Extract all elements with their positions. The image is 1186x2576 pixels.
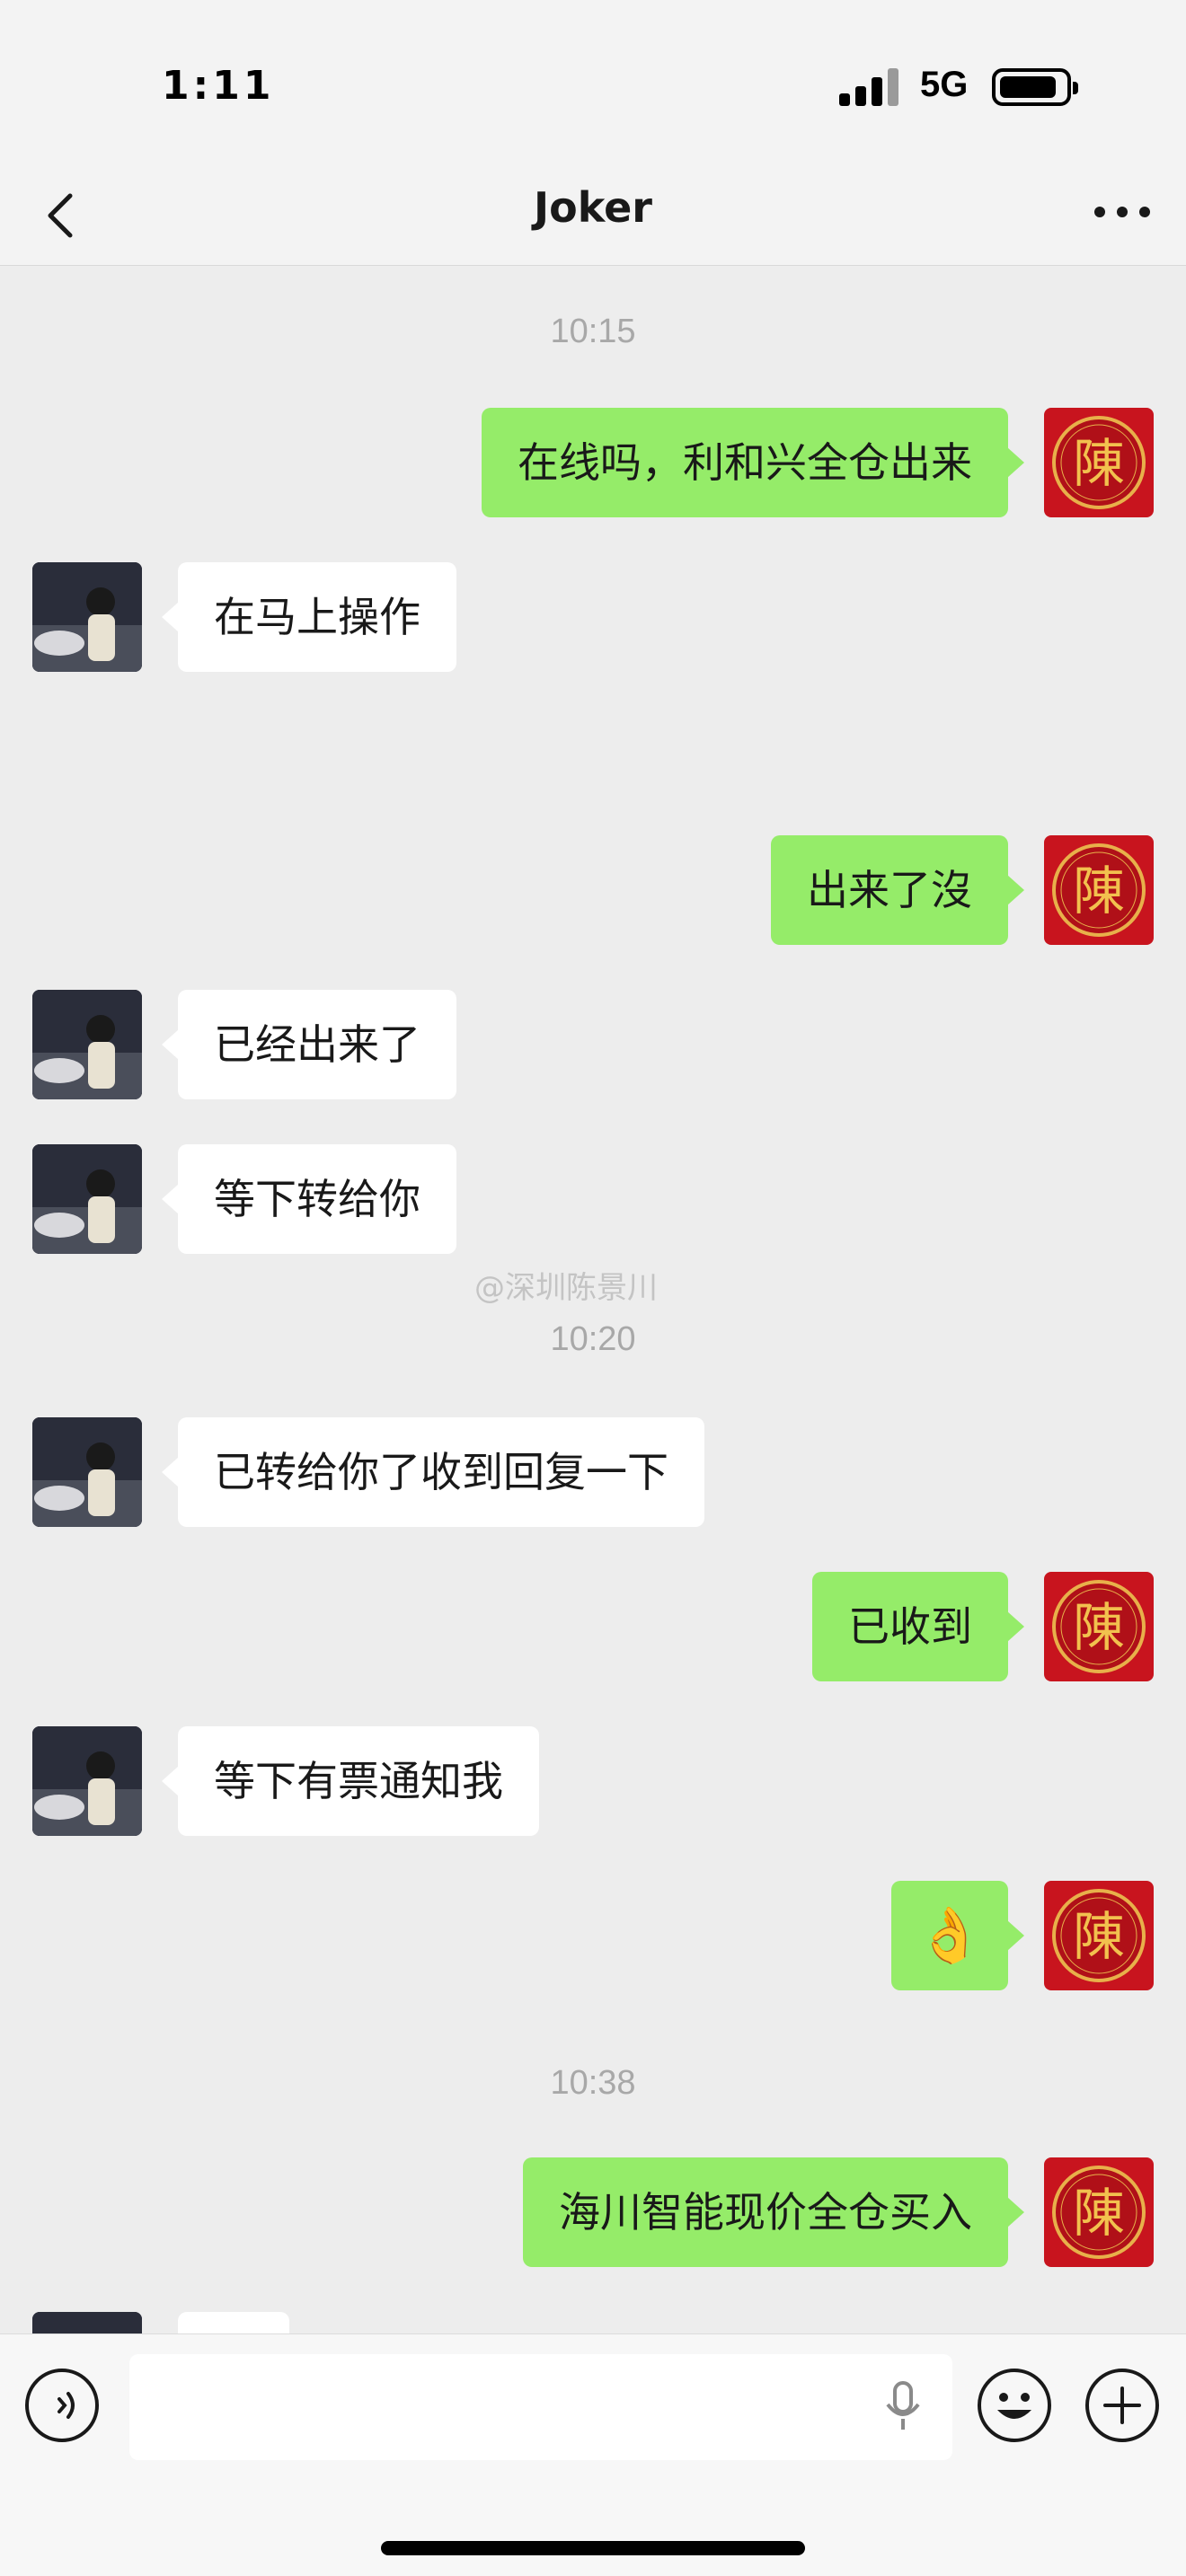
input-bar — [0, 2333, 1186, 2576]
signal-icon — [839, 68, 900, 106]
sent-message-bubble[interactable]: 已收到 — [812, 1572, 1024, 1681]
message-timestamp: 10:20 — [550, 1320, 636, 1358]
more-icon[interactable] — [1091, 194, 1154, 230]
chat-title: Joker — [534, 183, 652, 232]
sent-message-bubble[interactable]: 在线吗，利和兴全仓出来 — [482, 408, 1024, 517]
status-time: 1:11 — [162, 63, 275, 109]
status-bar: 1:11 5G — [0, 0, 1186, 171]
network-label: 5G — [920, 65, 969, 104]
self-avatar[interactable]: 陳 — [1044, 2157, 1154, 2267]
contact-avatar[interactable] — [32, 990, 142, 1099]
svg-text:陳: 陳 — [1073, 860, 1125, 922]
contact-avatar[interactable] — [32, 1417, 142, 1527]
svg-text:陳: 陳 — [1073, 1597, 1125, 1658]
received-message-bubble[interactable]: 等下有票通知我 — [162, 1726, 539, 1836]
received-message-bubble[interactable]: 已经出来了 — [162, 990, 456, 1099]
self-avatar[interactable]: 陳 — [1044, 1572, 1154, 1681]
battery-icon — [992, 68, 1078, 106]
message-list[interactable]: 10:15 在线吗，利和兴全仓出来 陳 在马上操作 出来了沒 陳 已经出来了 等… — [0, 266, 1186, 2333]
watermark: @深圳陈景川 — [474, 1270, 658, 1306]
plus-icon[interactable] — [1085, 2369, 1159, 2442]
emoji-icon[interactable] — [978, 2369, 1051, 2442]
svg-text:陳: 陳 — [1073, 1906, 1125, 1967]
contact-avatar[interactable] — [32, 562, 142, 672]
mic-icon[interactable] — [881, 2379, 925, 2433]
self-avatar[interactable]: 陳 — [1044, 1881, 1154, 1990]
message-input[interactable] — [129, 2354, 952, 2460]
received-message-bubble[interactable]: 等下转给你 — [162, 1144, 456, 1254]
sent-message-bubble[interactable]: 出来了沒 — [771, 835, 1024, 945]
home-indicator[interactable] — [381, 2541, 805, 2555]
message-timestamp: 10:38 — [550, 2064, 636, 2102]
message-timestamp: 10:15 — [550, 313, 636, 350]
self-avatar[interactable]: 陳 — [1044, 835, 1154, 945]
sent-message-bubble[interactable]: 海川智能现价全仓买入 — [523, 2157, 1024, 2267]
ok-hand-emoji-bubble[interactable]: 👌 — [891, 1881, 1024, 1990]
svg-text:陳: 陳 — [1073, 2183, 1125, 2244]
chevron-left-icon[interactable] — [36, 189, 90, 243]
received-message-bubble[interactable] — [178, 2312, 289, 2333]
contact-avatar[interactable] — [32, 1726, 142, 1836]
contact-avatar[interactable] — [32, 2312, 142, 2333]
received-message-bubble[interactable]: 已转给你了收到回复一下 — [162, 1417, 704, 1527]
voice-icon[interactable] — [25, 2369, 99, 2442]
contact-avatar[interactable] — [32, 1144, 142, 1254]
received-message-bubble[interactable]: 在马上操作 — [162, 562, 456, 672]
chat-header: Joker — [0, 171, 1186, 266]
svg-text:陳: 陳 — [1073, 433, 1125, 494]
self-avatar[interactable]: 陳 — [1044, 408, 1154, 517]
